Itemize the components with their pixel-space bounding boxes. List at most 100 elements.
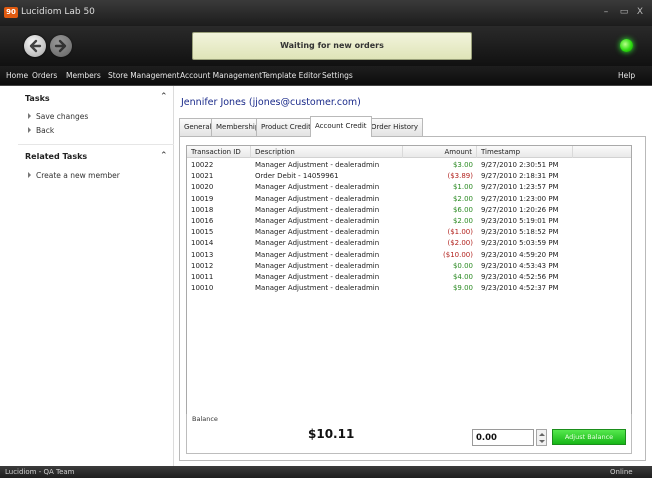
tab-order-history[interactable]: Order History xyxy=(366,118,424,136)
cell-timestamp: 9/23/2010 5:19:01 PM xyxy=(481,217,559,225)
cell-timestamp: 9/27/2010 1:20:26 PM xyxy=(481,205,559,214)
tab-account-credit[interactable]: Account Credit xyxy=(310,116,372,137)
back-button[interactable] xyxy=(24,35,46,57)
collapse-related-chevron-icon[interactable]: ⌃ xyxy=(160,151,168,161)
table-row[interactable]: 10020 Manager Adjustment - dealeradmin $1.… xyxy=(187,182,631,192)
forward-button[interactable] xyxy=(50,35,72,57)
cell-amount: $1.00 xyxy=(452,183,473,192)
status-team: Lucidiom - QA Team xyxy=(5,468,75,476)
table-row[interactable]: 10012 Manager Adjustment - dealeradmin $0.… xyxy=(187,261,631,271)
menu-settings[interactable]: Settings xyxy=(322,71,353,80)
app-title: Lucidiom Lab 50 xyxy=(21,7,95,17)
table-row[interactable]: 10010 Manager Adjustment - dealeradmin $9.… xyxy=(187,283,631,293)
menu-help[interactable]: Help xyxy=(618,71,635,80)
status-online: Online xyxy=(610,468,633,476)
back-label: Back xyxy=(36,126,55,135)
cell-description: Manager Adjustment - dealeradmin xyxy=(255,205,380,214)
save-changes-link[interactable]: Save changes xyxy=(28,112,88,121)
table-row[interactable]: 10011 Manager Adjustment - dealeradmin $4.… xyxy=(187,272,631,282)
table-row[interactable]: 10016 Manager Adjustment - dealeradmin $2.… xyxy=(187,216,631,226)
table-row[interactable]: 10019 Manager Adjustment - dealeradmin $2.… xyxy=(187,194,631,204)
cell-description: Manager Adjustment - dealeradmin xyxy=(255,239,380,248)
spin-up-icon[interactable] xyxy=(539,433,545,436)
menu-home[interactable]: Home xyxy=(6,71,28,80)
create-member-link[interactable]: Create a new member xyxy=(28,171,120,180)
cell-transaction-id: 10012 xyxy=(191,261,214,270)
close-button[interactable]: X xyxy=(634,6,646,18)
spin-down-icon[interactable] xyxy=(539,440,545,443)
menu-account-management[interactable]: Account Management xyxy=(180,71,262,80)
maximize-button[interactable]: ▭ xyxy=(618,6,630,18)
expand-arrow-icon xyxy=(28,113,31,119)
save-changes-label: Save changes xyxy=(36,112,89,121)
menu-bar: Home Orders Members Store Management Acc… xyxy=(0,66,652,86)
sidebar-divider xyxy=(18,144,174,145)
expand-arrow-icon xyxy=(28,127,31,133)
menu-template-editor[interactable]: Template Editor xyxy=(262,71,321,80)
menu-orders[interactable]: Orders xyxy=(32,71,57,80)
cell-amount: $9.00 xyxy=(452,284,473,293)
cell-description: Manager Adjustment - dealeradmin xyxy=(255,284,380,293)
cell-timestamp: 9/27/2010 1:23:00 PM xyxy=(481,194,559,203)
cell-amount: ($10.00) xyxy=(443,250,473,259)
table-row[interactable]: 10014 Manager Adjustment - dealeradmin ($2… xyxy=(187,238,631,248)
menu-store-management[interactable]: Store Management xyxy=(108,71,180,80)
table-header: Transaction ID Description Amount Timest… xyxy=(187,146,631,158)
cell-amount: $2.00 xyxy=(452,194,473,203)
cell-transaction-id: 10016 xyxy=(191,217,214,225)
table-row[interactable]: 10013 Manager Adjustment - dealeradmin ($1… xyxy=(187,250,631,260)
col-timestamp[interactable]: Timestamp xyxy=(477,146,573,158)
minimize-button[interactable]: – xyxy=(600,6,612,18)
related-tasks-heading: Related Tasks xyxy=(25,152,88,161)
cell-timestamp: 9/23/2010 4:52:37 PM xyxy=(481,284,559,293)
cell-timestamp: 9/23/2010 5:18:52 PM xyxy=(481,228,559,237)
forward-arrow-icon xyxy=(54,39,67,53)
cell-amount: $2.00 xyxy=(452,217,473,225)
table-row[interactable]: 10015 Manager Adjustment - dealeradmin ($1… xyxy=(187,227,631,237)
adjust-balance-button[interactable]: Adjust Balance xyxy=(552,429,626,445)
cell-timestamp: 9/27/2010 2:30:51 PM xyxy=(481,161,559,169)
expand-arrow-icon xyxy=(28,172,31,178)
cell-transaction-id: 10022 xyxy=(191,161,214,169)
back-link[interactable]: Back xyxy=(28,126,54,135)
transactions-table[interactable]: Transaction ID Description Amount Timest… xyxy=(186,145,632,416)
cell-description: Order Debit - 14059961 xyxy=(255,172,339,181)
cell-amount: ($3.89) xyxy=(447,172,473,181)
app-logo-icon: 90 xyxy=(4,7,18,18)
order-status-display: Waiting for new orders xyxy=(192,32,472,60)
menu-members[interactable]: Members xyxy=(66,71,101,80)
cell-description: Manager Adjustment - dealeradmin xyxy=(255,183,380,192)
cell-timestamp: 9/23/2010 4:53:43 PM xyxy=(481,261,559,270)
cell-description: Manager Adjustment - dealeradmin xyxy=(255,250,380,259)
cell-transaction-id: 10014 xyxy=(191,239,214,248)
title-bar: 90 Lucidiom Lab 50 – ▭ X xyxy=(0,0,652,26)
amount-spinner[interactable] xyxy=(536,429,547,446)
back-arrow-icon xyxy=(29,39,42,53)
collapse-tasks-chevron-icon[interactable]: ⌃ xyxy=(160,92,168,102)
tasks-heading: Tasks xyxy=(25,94,50,103)
cell-transaction-id: 10010 xyxy=(191,284,214,293)
col-amount[interactable]: Amount xyxy=(403,146,477,158)
main-panel: Jennifer Jones (jjones@customer.com) Gen… xyxy=(174,86,652,466)
table-row[interactable]: 10018 Manager Adjustment - dealeradmin $6.… xyxy=(187,205,631,215)
adjust-amount-input[interactable] xyxy=(472,429,534,446)
cell-timestamp: 9/23/2010 4:52:56 PM xyxy=(481,273,559,281)
col-description[interactable]: Description xyxy=(251,146,403,158)
balance-label: Balance xyxy=(192,415,218,423)
cell-transaction-id: 10019 xyxy=(191,194,214,203)
cell-description: Manager Adjustment - dealeradmin xyxy=(255,161,380,169)
create-member-label: Create a new member xyxy=(36,171,120,180)
cell-amount: ($2.00) xyxy=(447,239,473,248)
cell-transaction-id: 10020 xyxy=(191,183,214,192)
cell-timestamp: 9/23/2010 4:59:20 PM xyxy=(481,250,559,259)
cell-amount: $3.00 xyxy=(452,161,473,169)
cell-description: Manager Adjustment - dealeradmin xyxy=(255,273,380,281)
cell-description: Manager Adjustment - dealeradmin xyxy=(255,194,380,203)
col-transaction-id[interactable]: Transaction ID xyxy=(187,146,251,158)
table-row[interactable]: 10022 Manager Adjustment - dealeradmin $3.… xyxy=(187,160,631,170)
sidebar: Tasks ⌃ Save changes Back Related Tasks … xyxy=(18,86,174,466)
cell-transaction-id: 10021 xyxy=(191,172,214,181)
table-row[interactable]: 10021 Order Debit - 14059961 ($3.89) 9/27/2… xyxy=(187,171,631,181)
status-indicator-icon xyxy=(620,39,633,52)
member-title: Jennifer Jones (jjones@customer.com) xyxy=(181,97,361,108)
